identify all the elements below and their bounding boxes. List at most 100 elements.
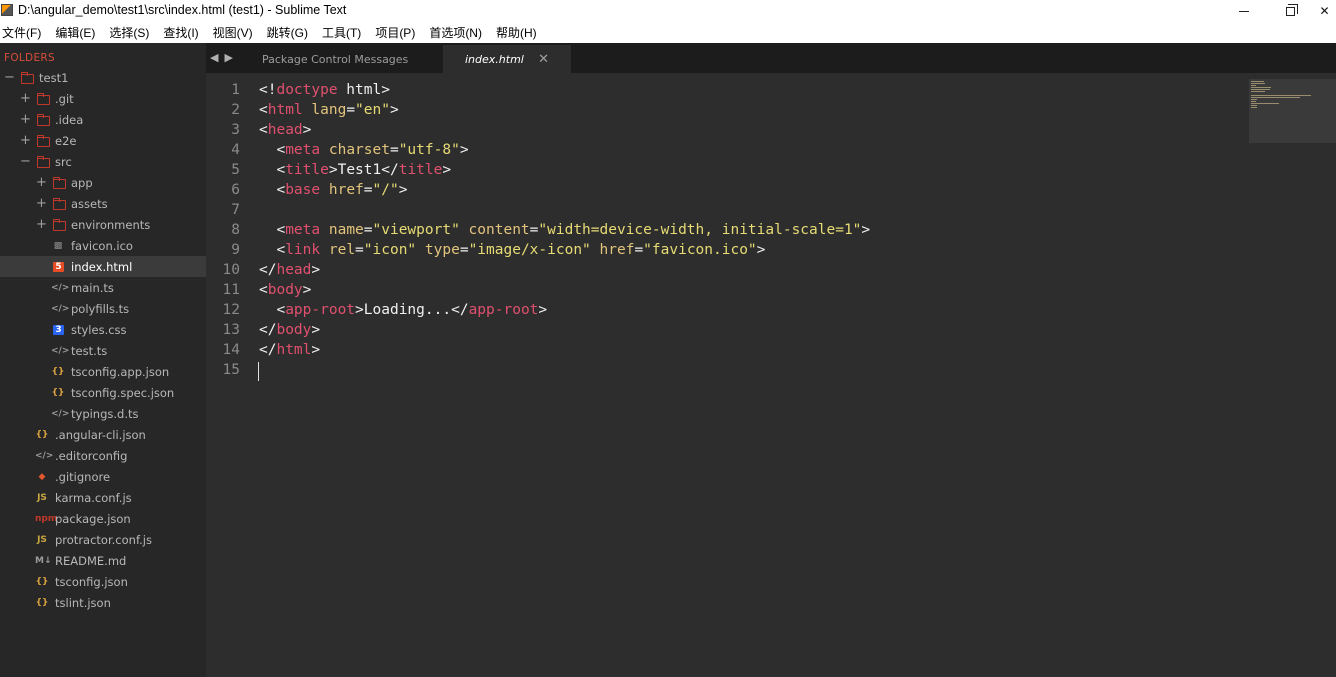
tree-file[interactable]: M↓ README.md xyxy=(0,550,206,571)
line-number: 4 xyxy=(231,142,240,158)
line-number: 8 xyxy=(231,222,240,238)
code-line: <html lang="en"> xyxy=(259,102,399,118)
tree-file[interactable]: npm package.json xyxy=(0,508,206,529)
code-token: < xyxy=(259,282,268,298)
folder-icon xyxy=(53,219,66,231)
tree-file[interactable]: {} tsconfig.json xyxy=(0,571,206,592)
tree-file[interactable]: </> polyfills.ts xyxy=(0,298,206,319)
menu-item[interactable]: 视图(V) xyxy=(213,24,253,41)
tree-file[interactable]: ▩ favicon.ico xyxy=(0,235,206,256)
tree-folder[interactable]: + app xyxy=(0,172,206,193)
menu-item[interactable]: 首选项(N) xyxy=(429,24,482,41)
line-number: 5 xyxy=(231,162,240,178)
code-line: </html> xyxy=(259,342,320,358)
expand-icon[interactable]: + xyxy=(20,92,31,105)
tree-folder[interactable]: + assets xyxy=(0,193,206,214)
js-icon: JS xyxy=(37,492,47,503)
tree-folder[interactable]: + e2e xyxy=(0,130,206,151)
code-token: html xyxy=(337,82,382,98)
tab-right-arrow-icon[interactable]: ▶ xyxy=(224,51,238,64)
line-number: 1 xyxy=(231,82,240,98)
tab-bar: ◀▶ Package Control Messages index.html ✕ xyxy=(206,43,1336,73)
minimap[interactable] xyxy=(1249,79,1336,143)
code-token: = xyxy=(634,242,644,258)
tree-file[interactable]: {} .angular-cli.json xyxy=(0,424,206,445)
tab-scroll-arrows[interactable]: ◀▶ xyxy=(210,51,239,64)
tree-item-label: assets xyxy=(71,196,108,211)
code-token: </ xyxy=(451,302,469,318)
code-line: </head> xyxy=(259,262,320,278)
tree-item-label: karma.conf.js xyxy=(55,490,132,505)
code-icon: </> xyxy=(51,282,70,293)
tree-folder[interactable]: + .git xyxy=(0,88,206,109)
tab-index-html[interactable]: index.html ✕ xyxy=(443,45,571,73)
folder-open-icon xyxy=(21,72,34,84)
tree-item-label: typings.d.ts xyxy=(71,406,139,421)
tree-folder[interactable]: + environments xyxy=(0,214,206,235)
tree-folder[interactable]: + .idea xyxy=(0,109,206,130)
tree-file[interactable]: </> test.ts xyxy=(0,340,206,361)
minimap-line xyxy=(1251,101,1257,102)
tree-file[interactable]: {} tsconfig.spec.json xyxy=(0,382,206,403)
minimize-button[interactable] xyxy=(1221,0,1267,22)
tree-item-label: app xyxy=(71,175,93,190)
menu-item[interactable]: 查找(I) xyxy=(163,24,198,41)
minimap-line xyxy=(1251,103,1280,104)
tree-file[interactable]: 5 index.html xyxy=(0,256,206,277)
close-button[interactable]: ✕ xyxy=(1313,0,1336,22)
tree-file[interactable]: {} tslint.json xyxy=(0,592,206,613)
code-token: meta xyxy=(285,222,321,238)
menu-item[interactable]: 文件(F) xyxy=(2,24,41,41)
menu-item[interactable]: 跳转(G) xyxy=(267,24,308,41)
tab-package-control-messages[interactable]: Package Control Messages xyxy=(246,45,442,73)
tree-item-label: polyfills.ts xyxy=(71,301,130,316)
code-token: > xyxy=(311,262,321,278)
tree-file[interactable]: {} tsconfig.app.json xyxy=(0,361,206,382)
code-line: <meta name="viewport" content="width=dev… xyxy=(259,222,870,238)
expand-icon[interactable]: + xyxy=(36,176,47,189)
tree-folder[interactable]: − src xyxy=(0,151,206,172)
code-token: > xyxy=(328,162,338,178)
menu-item[interactable]: 项目(P) xyxy=(375,24,415,41)
tab-close-icon[interactable]: ✕ xyxy=(538,52,549,67)
code-token: > xyxy=(311,322,321,338)
tree-file[interactable]: </> typings.d.ts xyxy=(0,403,206,424)
menu-item[interactable]: 编辑(E) xyxy=(55,24,95,41)
tab-left-arrow-icon[interactable]: ◀ xyxy=(210,51,224,64)
window-title: D:\angular_demo\test1\src\index.html (te… xyxy=(18,3,347,17)
tree-file[interactable]: JS protractor.conf.js xyxy=(0,529,206,550)
tree-file[interactable]: </> main.ts xyxy=(0,277,206,298)
expand-icon[interactable]: + xyxy=(36,197,47,210)
code-token: > xyxy=(398,182,408,198)
line-number: 7 xyxy=(231,202,240,218)
collapse-icon[interactable]: − xyxy=(4,71,15,84)
code-token: app-root xyxy=(285,302,356,318)
menu-item[interactable]: 帮助(H) xyxy=(496,24,537,41)
code-token: > xyxy=(442,162,452,178)
npm-icon: npm xyxy=(35,513,58,524)
tree-item-label: tsconfig.spec.json xyxy=(71,385,175,400)
code-token: = xyxy=(389,142,399,158)
tree-file[interactable]: ◆ .gitignore xyxy=(0,466,206,487)
line-number: 2 xyxy=(231,102,240,118)
collapse-icon[interactable]: − xyxy=(20,155,31,168)
line-number: 10 xyxy=(222,262,240,278)
expand-icon[interactable]: + xyxy=(36,218,47,231)
menu-item[interactable]: 工具(T) xyxy=(322,24,361,41)
line-number: 14 xyxy=(222,342,240,358)
tree-folder[interactable]: − test1 xyxy=(0,67,206,88)
code-token: < xyxy=(276,222,286,238)
tree-file[interactable]: JS karma.conf.js xyxy=(0,487,206,508)
tree-file[interactable]: </> .editorconfig xyxy=(0,445,206,466)
code-token: </ xyxy=(259,262,277,278)
maximize-button[interactable] xyxy=(1267,0,1313,22)
minimap-line xyxy=(1251,107,1257,108)
menu-item[interactable]: 选择(S) xyxy=(109,24,149,41)
tree-file[interactable]: 3 styles.css xyxy=(0,319,206,340)
expand-icon[interactable]: + xyxy=(20,113,31,126)
editor-pane[interactable]: 1 2 3 4 5 6 7 8 9 10 11 12 13 14 15 <!doctype html> <htm… xyxy=(206,73,1336,677)
code-token: head xyxy=(276,262,312,278)
expand-icon[interactable]: + xyxy=(20,134,31,147)
